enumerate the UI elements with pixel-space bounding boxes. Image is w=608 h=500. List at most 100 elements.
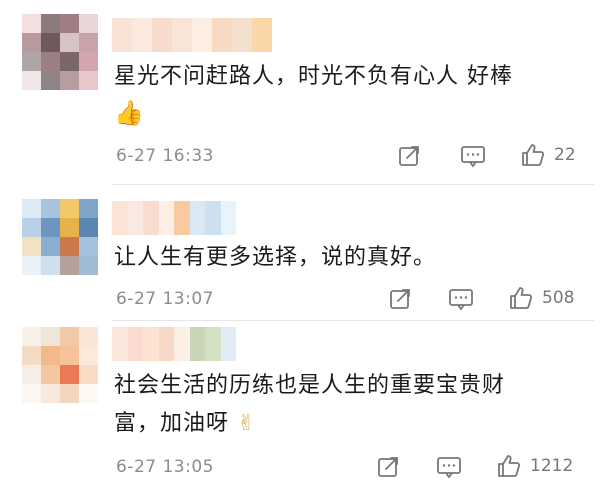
avatar-mosaic-cell [41,199,60,218]
avatar-mosaic-cell [22,256,41,275]
avatar[interactable] [22,327,98,403]
comment-text: 让人生有更多选择，说的真好。 [114,241,594,275]
avatar-mosaic-cell [60,199,79,218]
avatar-mosaic-cell [22,346,41,365]
comment-text: 富，加油呀 ✌ [114,407,594,441]
like-button[interactable]: 1212 [496,453,573,479]
username-mosaic-cell [143,327,159,361]
avatar-mosaic-cell [22,199,41,218]
avatar-mosaic-cell [79,52,98,71]
avatar-mosaic-cell [22,14,41,33]
comment-text-line-1: 社会生活的历练也是人生的重要宝贵财 [114,373,506,398]
avatar-mosaic-cell [79,218,98,237]
avatar-mosaic-cell [22,218,41,237]
avatar-mosaic-cell [79,365,98,384]
avatar-mosaic-cell [60,346,79,365]
username-mosaic-cell [158,201,174,235]
avatar-mosaic-cell [79,33,98,52]
username[interactable] [112,18,272,52]
avatar-mosaic-cell [60,52,79,71]
avatar-mosaic-cell [22,384,41,403]
username-mosaic-cell [127,327,143,361]
username-mosaic-cell [127,201,143,235]
comment-text-content: 让人生有更多选择，说的真好。 [114,245,437,270]
username-mosaic-cell [158,327,174,361]
username-mosaic-cell [212,18,232,52]
like-count: 508 [542,288,575,308]
avatar-mosaic-cell [41,33,60,52]
username-mosaic-cell [112,327,128,361]
username[interactable] [112,327,236,361]
avatar-mosaic-cell [60,327,79,346]
comment-item: 社会生活的历练也是人生的重要宝贵财 富，加油呀 ✌ 6-27 13:05 121… [0,321,608,500]
username-mosaic-cell [220,327,236,361]
comment-text-content: 星光不问赶路人，时光不负有心人 好棒 [114,64,513,89]
username-mosaic-cell [189,327,205,361]
comment-icon [461,146,485,168]
repost-button[interactable] [388,287,412,311]
comment-text: 社会生活的历练也是人生的重要宝贵财 [114,369,594,403]
timestamp: 6-27 16:33 [116,146,214,166]
avatar-mosaic-cell [22,237,41,256]
victory-hand-emoji: ✌ [237,411,257,436]
repost-icon [399,146,419,166]
comment-item: 星光不问赶路人，时光不负有心人 好棒 👍 6-27 16:33 22 [0,0,608,184]
username-mosaic-cell [205,327,221,361]
reply-button[interactable] [460,144,486,168]
comment-text: 星光不问赶路人，时光不负有心人 好棒 [114,60,594,94]
username-mosaic-cell [252,18,272,52]
avatar-mosaic-cell [41,384,60,403]
avatar-mosaic-cell [41,237,60,256]
username-mosaic-cell [152,18,172,52]
avatar-mosaic-cell [60,14,79,33]
timestamp: 6-27 13:05 [116,457,214,477]
avatar-mosaic-cell [22,52,41,71]
avatar-mosaic-cell [79,384,98,403]
avatar[interactable] [22,199,98,275]
repost-icon [378,457,398,477]
reply-button[interactable] [436,455,462,479]
avatar-mosaic-cell [60,218,79,237]
avatar-mosaic-cell [79,346,98,365]
reply-button[interactable] [448,287,474,311]
avatar-mosaic-cell [79,237,98,256]
comment-item: 让人生有更多选择，说的真好。 6-27 13:07 508 [0,185,608,319]
repost-button[interactable] [376,455,400,479]
comment-icon [449,289,473,311]
like-button[interactable]: 22 [520,142,576,168]
username-mosaic-cell [174,201,190,235]
avatar-mosaic-cell [79,71,98,90]
username-mosaic-cell [220,201,236,235]
avatar-mosaic-cell [22,71,41,90]
like-icon [510,287,533,309]
username-mosaic-cell [132,18,152,52]
comment-emoji-line: 👍 [114,96,145,130]
avatar-mosaic-cell [60,384,79,403]
comment-icon [437,457,461,479]
like-icon [522,144,545,166]
like-icon [498,455,521,477]
like-count: 22 [554,145,576,165]
avatar-mosaic-cell [41,346,60,365]
thumbs-up-emoji: 👍 [114,99,145,127]
like-button[interactable]: 508 [508,285,574,311]
repost-button[interactable] [397,144,421,168]
repost-icon [390,289,410,309]
avatar[interactable] [22,14,98,90]
comment-text-line-2: 富，加油呀 [114,411,230,436]
username-mosaic-cell [232,18,252,52]
avatar-mosaic-cell [79,256,98,275]
avatar-mosaic-cell [79,14,98,33]
avatar-mosaic-cell [60,237,79,256]
username-mosaic-cell [205,201,221,235]
username-mosaic-cell [112,201,128,235]
username-mosaic-cell [143,201,159,235]
username-mosaic-cell [189,201,205,235]
avatar-mosaic-cell [60,256,79,275]
username-mosaic-cell [112,18,132,52]
avatar-mosaic-cell [60,71,79,90]
like-count: 1212 [530,456,574,476]
username[interactable] [112,201,236,235]
avatar-mosaic-cell [41,14,60,33]
username-mosaic-cell [172,18,192,52]
